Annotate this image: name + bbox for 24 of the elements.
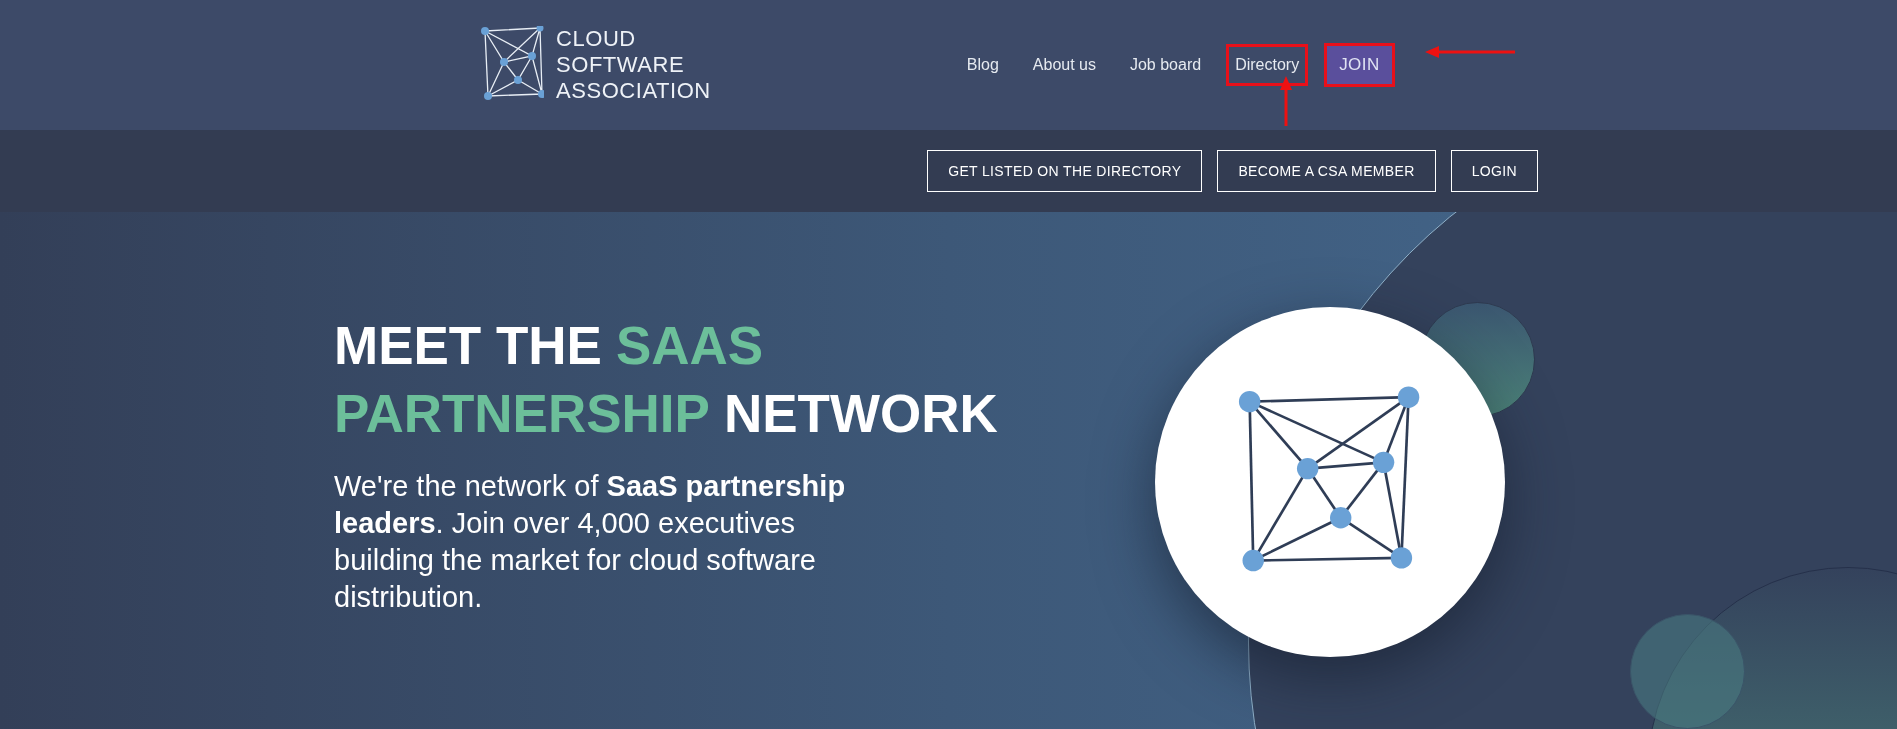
join-button[interactable]: JOIN <box>1327 46 1392 84</box>
nav-link[interactable]: About us <box>1026 47 1102 83</box>
action-button[interactable]: LOGIN <box>1450 150 1538 192</box>
network-node <box>1238 390 1261 413</box>
nav-link[interactable]: Job board <box>1123 47 1208 83</box>
hero-headline: PARTNERSHIP <box>334 383 710 445</box>
network-node <box>1397 386 1420 408</box>
logo-text: ASSOCIATION <box>556 78 711 104</box>
network-node <box>1296 457 1319 480</box>
action-button[interactable]: BECOME A CSA MEMBER <box>1217 150 1436 192</box>
annotation-arrow <box>1280 76 1292 126</box>
network-node <box>1390 547 1413 569</box>
logo-text: CLOUD <box>556 26 637 52</box>
network-node <box>1242 549 1264 572</box>
hero-headline: SAAS <box>615 315 764 377</box>
nav-link[interactable]: Blog <box>960 47 1005 83</box>
hero-description: We're the network of SaaS partnership leaders. Join over 4,000 executives building the market for cloud software distribution. <box>334 469 847 615</box>
logo-text: SOFTWARE <box>556 52 686 78</box>
hero-headline: NETWORK <box>723 383 998 445</box>
nav-link[interactable]: Directory <box>1229 47 1306 83</box>
network-node <box>1330 507 1352 529</box>
action-button[interactable]: GET LISTED ON THE DIRECTORY <box>927 150 1203 192</box>
hero-headline: MEET THE <box>334 315 602 377</box>
network-node <box>1372 451 1395 474</box>
